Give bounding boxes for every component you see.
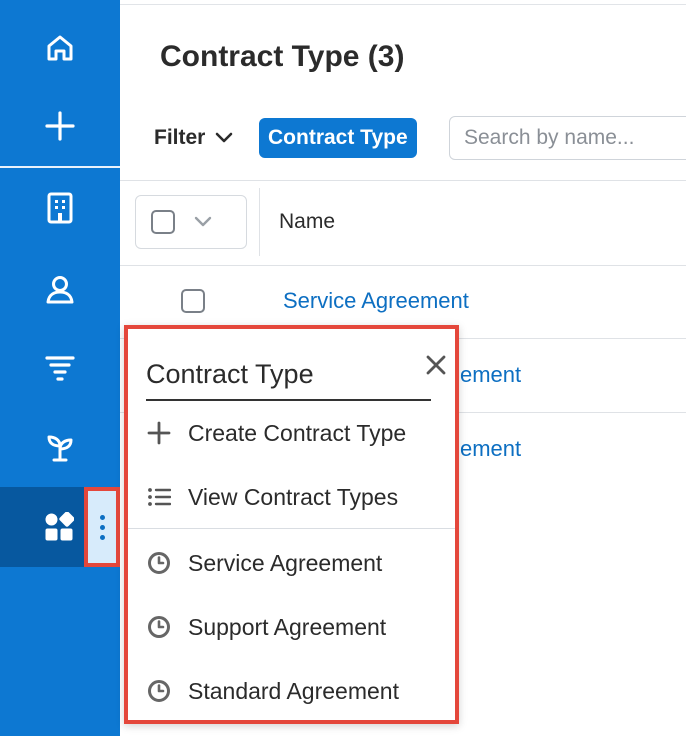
page-title: Contract Type (3) (160, 40, 405, 73)
kebab-dot (99, 514, 105, 520)
sprout-icon (47, 435, 73, 462)
select-all-checkbox[interactable] (151, 210, 175, 234)
recent-item-standard-agreement[interactable]: Standard Agreement (146, 671, 399, 711)
filter-icon (45, 356, 75, 381)
search-input[interactable] (449, 116, 686, 160)
building-icon (47, 192, 73, 224)
divider (120, 180, 686, 181)
list-icon (146, 484, 172, 510)
kebab-dot (99, 524, 105, 530)
sidebar-item-opportunities[interactable] (0, 407, 120, 487)
popup-title: Contract Type (146, 359, 431, 401)
close-icon[interactable] (424, 353, 448, 377)
sidebar-item-quick-create[interactable] (0, 86, 120, 166)
view-contract-types-item[interactable]: View Contract Types (146, 477, 398, 517)
plus-icon (146, 420, 172, 446)
active-filter-pill[interactable]: Contract Type (259, 118, 417, 158)
row-checkbox[interactable] (181, 289, 205, 313)
filter-dropdown[interactable]: Filter (154, 126, 233, 150)
record-link-service-agreement[interactable]: Service Agreement (283, 288, 469, 314)
create-contract-type-item[interactable]: Create Contract Type (146, 413, 406, 453)
view-contract-types-label: View Contract Types (188, 483, 399, 510)
record-link-standard-agreement[interactable]: ement (460, 436, 521, 462)
popup-divider (128, 528, 455, 529)
divider (120, 265, 686, 266)
sidebar-item-contacts[interactable] (0, 250, 120, 330)
sidebar (0, 0, 120, 736)
plus-icon (45, 111, 75, 141)
recent-item-label: Support Agreement (188, 613, 387, 640)
top-bar (120, 0, 686, 5)
module-menu-kebab-button[interactable] (84, 487, 120, 567)
sidebar-item-leads[interactable] (0, 327, 120, 407)
kebab-dot (99, 534, 105, 540)
recent-item-label: Service Agreement (188, 549, 383, 576)
modules-icon (45, 512, 74, 541)
recent-item-label: Standard Agreement (188, 677, 399, 704)
clock-icon (146, 550, 172, 576)
clock-icon (146, 614, 172, 640)
column-divider (259, 188, 260, 256)
sidebar-item-home[interactable] (0, 8, 120, 88)
filter-label: Filter (154, 126, 206, 149)
sidebar-item-modules[interactable] (0, 487, 85, 567)
chevron-down-icon (216, 132, 233, 143)
record-link-support-agreement[interactable]: ement (460, 362, 521, 388)
recent-item-support-agreement[interactable]: Support Agreement (146, 607, 386, 647)
create-contract-type-label: Create Contract Type (188, 419, 407, 446)
module-popup-menu: Contract Type Create Contract Type View … (124, 325, 459, 724)
mass-select-dropdown[interactable] (135, 195, 247, 249)
clock-icon (146, 678, 172, 704)
column-header-name[interactable]: Name (279, 210, 335, 234)
contact-icon (46, 276, 74, 304)
recent-item-service-agreement[interactable]: Service Agreement (146, 543, 382, 583)
chevron-down-icon[interactable] (193, 216, 213, 228)
sidebar-item-accounts[interactable] (0, 168, 120, 248)
home-icon (47, 35, 73, 61)
